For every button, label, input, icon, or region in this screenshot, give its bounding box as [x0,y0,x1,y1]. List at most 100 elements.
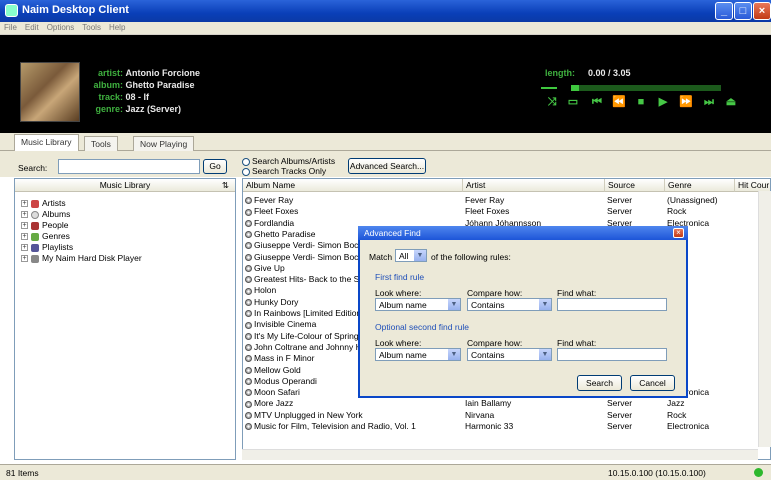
genre-label: genre: [95,104,123,114]
disc-icon [245,242,252,250]
tree-hard-disk-player[interactable]: + My Naim Hard Disk Player [21,253,235,264]
artist-text: Fever Ray [465,195,505,205]
minimize-button[interactable]: _ [715,2,733,20]
table-row[interactable]: Fever RayFever RayServer(Unassigned)1 [243,195,770,206]
menu-edit[interactable]: Edit [21,22,43,33]
sort-icon[interactable]: ⇅ [222,179,229,192]
match-select[interactable]: All ▼ [395,249,427,262]
find-what-input-2[interactable] [557,348,667,361]
tab-music-library[interactable]: Music Library [14,134,79,152]
tab-tools[interactable]: Tools [84,136,118,151]
title-bar: Naim Desktop Client _ □ × [0,0,771,22]
tree-playlists[interactable]: + Playlists [21,242,235,253]
album-text: Give Up [254,262,285,273]
cell-genre: (Unassigned) [667,195,733,206]
disc-icon [245,231,252,239]
source-text: Server [607,421,633,431]
tree-albums[interactable]: + Albums [21,209,235,220]
menu-file[interactable]: File [0,22,21,33]
compare-how-select-1[interactable]: Contains ▼ [467,298,552,311]
table-row[interactable]: More Jazz Iain Ballamy Server Jazz [243,398,770,409]
album-text: Moon Safari [254,387,300,398]
eject-icon[interactable]: ⏏ [724,95,738,109]
maximize-button[interactable]: □ [734,2,752,20]
dialog-close-button[interactable]: × [673,228,684,238]
repeat-icon[interactable]: ▭ [566,95,580,109]
tree-artists-label: Artists [42,198,66,208]
match-suffix: of the following rules: [431,252,511,262]
look-where-value-1: Album name [379,300,427,310]
genre-text: (Unassigned) [667,195,718,205]
look-where-select-1[interactable]: Album name ▼ [375,298,461,311]
skip-end-icon[interactable]: ⏭ [702,95,716,109]
col-artist[interactable]: Artist [463,179,605,192]
advanced-search-button[interactable]: Advanced Search... [348,158,426,174]
col-album-name[interactable]: Album Name [243,179,463,192]
search-tracks-option[interactable]: Search Tracks Only [242,166,326,176]
menu-tools[interactable]: Tools [78,22,105,33]
artist-text: Fleet Foxes [465,206,510,217]
stop-icon[interactable]: ■ [634,95,648,109]
album-text: It's My Life-Colour of Spring-S [254,330,368,341]
album-text: Modus Operandi [254,375,317,386]
menu-options[interactable]: Options [43,22,79,33]
table-row[interactable]: MTV Unplugged in New York Nirvana Server Ro… [243,410,770,421]
search-button[interactable]: Search [577,375,622,391]
track-meta: artist: Antonio Forcione album: Ghetto P… [88,68,248,116]
album-text: Invisible Cinema [254,319,317,330]
library-header: Music Library ⇅ [15,179,235,192]
search-albums-label: Search Albums/Artists [252,156,336,166]
tree-artists[interactable]: + Artists [21,198,235,209]
window-title: Naim Desktop Client [22,4,129,16]
disc-icon [245,423,252,431]
cell-genre: Rock [667,410,733,421]
disc-icon [245,332,252,340]
cell-album: Fever Ray [245,195,461,206]
tree-people[interactable]: + People [21,220,235,231]
album-text: Greatest Hits- Back to the Star [254,274,370,285]
play-icon[interactable]: ▶ [656,95,670,109]
disc-icon [245,253,252,261]
compare-how-value-1: Contains [471,300,505,310]
disc-icon [245,400,252,408]
item-count: 81 Items [6,468,39,478]
server-address: 10.15.0.100 (10.15.0.100) [608,468,706,478]
look-where-label-1: Look where: [375,288,422,298]
col-source[interactable]: Source [605,179,665,192]
disc-icon [245,344,252,352]
skip-start-icon[interactable]: ⏮ [590,95,604,109]
tree-albums-label: Albums [42,209,71,219]
disc-icon [245,321,252,329]
horizontal-scrollbar[interactable] [242,449,758,460]
table-row[interactable]: Fleet FoxesFleet FoxesServerRock1 [243,206,770,217]
cell-source: Server [607,195,663,206]
tree-genres[interactable]: + Genres [21,231,235,242]
search-input[interactable] [58,159,200,174]
go-button[interactable]: Go [203,159,227,174]
table-row[interactable]: Music for Film, Television and Radio, Vo… [243,421,770,432]
album-text: Fever Ray [254,195,294,205]
search-albums-option[interactable]: Search Albums/Artists [242,156,335,166]
progress-bar[interactable] [571,85,721,91]
cancel-button[interactable]: Cancel [630,375,675,391]
close-button[interactable]: × [753,2,771,20]
col-genre[interactable]: Genre [665,179,735,192]
match-label: Match [369,252,393,262]
compare-how-label-2: Compare how: [467,338,523,348]
cell-artist: Iain Ballamy [465,398,603,409]
compare-how-select-2[interactable]: Contains ▼ [467,348,552,361]
menu-help[interactable]: Help [105,22,129,33]
vertical-scrollbar[interactable] [758,191,771,447]
look-where-select-2[interactable]: Album name ▼ [375,348,461,361]
album-cover [20,62,80,122]
fast-forward-icon[interactable]: ⏩ [679,95,693,109]
find-what-input-1[interactable] [557,298,667,311]
genre-text: Jazz [667,398,685,409]
rewind-icon[interactable]: ⏪ [612,95,626,109]
album-text: John Coltrane and Johnny Har [254,341,370,352]
genre-text: Rock [667,409,687,420]
shuffle-icon[interactable]: ⤨ [545,95,559,109]
album-text: Music for Film, Television and Radio, Vo… [254,421,416,431]
tab-now-playing[interactable]: Now Playing [133,136,195,151]
genre-value: Jazz (Server) [125,104,182,114]
